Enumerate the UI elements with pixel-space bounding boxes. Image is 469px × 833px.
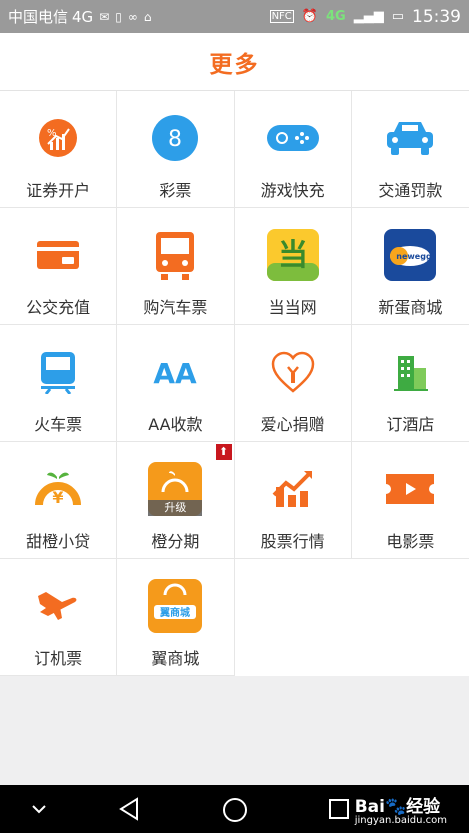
- grid-item-lottery[interactable]: 8 彩票: [117, 91, 235, 208]
- watermark-url: jingyan.baidu.com: [354, 815, 447, 826]
- grid-item-hotel[interactable]: 订酒店: [351, 325, 469, 442]
- grid-item-label: 电影票: [386, 532, 435, 551]
- usb-icon: ▯: [115, 9, 122, 24]
- hide-nav-button[interactable]: [28, 799, 50, 819]
- grid-item-bus-card-recharge[interactable]: 公交充值: [0, 208, 118, 325]
- grid-item-newegg[interactable]: newegg 新蛋商城: [351, 208, 469, 325]
- signal-icon: ▂▄▆: [353, 9, 384, 24]
- status-bar: 中国电信 4G ✉ ▯ ∞ ⌂ NFC ⏰ 4G ▂▄▆ ▭ 15:39: [0, 0, 469, 33]
- network-4g-icon: 4G: [325, 9, 346, 24]
- shopping-bag-icon: 翼商城: [148, 579, 203, 633]
- back-button[interactable]: [118, 797, 142, 821]
- grid-item-game-recharge[interactable]: 游戏快充: [234, 91, 352, 208]
- grid-item-movie-ticket[interactable]: 电影票: [351, 442, 469, 559]
- battery-icon: ▭: [391, 9, 404, 24]
- svg-text:翼商城: 翼商城: [159, 606, 190, 619]
- grid-item-label: 公交充值: [26, 298, 91, 317]
- grid-item-orange-loan[interactable]: ¥ 甜橙小贷: [0, 442, 118, 559]
- bus-card-icon: [31, 228, 85, 282]
- svg-text:¥: ¥: [53, 488, 64, 507]
- page-title: 更多: [209, 51, 260, 78]
- watermark-brand2: 经验: [406, 797, 441, 817]
- grid-item-label: 火车票: [34, 415, 83, 434]
- stock-account-icon: %: [31, 111, 85, 165]
- grid-item-label: 订机票: [34, 649, 83, 668]
- baidu-jingyan-watermark: Bai🐾经验 jingyan.baidu.com: [355, 792, 447, 826]
- grid-item-label: 甜橙小贷: [26, 532, 91, 551]
- grid-item-label: AA收款: [148, 415, 203, 434]
- grid-item-dangdang[interactable]: 当 当当网: [234, 208, 352, 325]
- grid-item-label: 新蛋商城: [378, 298, 443, 317]
- car-icon: [383, 111, 437, 165]
- system-icons: NFC ⏰ 4G ▂▄▆ ▭ 15:39: [269, 6, 461, 27]
- orange-loan-icon: ¥: [31, 462, 85, 516]
- bus-icon: [148, 228, 202, 282]
- paw-icon: 🐾: [384, 797, 407, 817]
- grid-item-label: 爱心捐赠: [260, 415, 325, 434]
- upgrade-tag: 升级: [148, 500, 203, 516]
- page-header: 更多: [0, 33, 469, 91]
- grid-item-traffic-fine[interactable]: 交通罚款: [351, 91, 469, 208]
- link-icon: ∞: [127, 9, 138, 24]
- grid-item-label: 订酒店: [386, 415, 435, 434]
- clock: 15:39: [412, 6, 461, 27]
- recents-button[interactable]: [328, 798, 350, 820]
- aa-collection-icon: AA: [148, 345, 202, 399]
- grid-item-bus-ticket[interactable]: 购汽车票: [117, 208, 235, 325]
- carrier-name: 中国电信: [8, 8, 69, 26]
- newegg-logo-icon: newegg: [383, 228, 437, 282]
- upgrade-arrow-badge: ⬆: [215, 444, 232, 460]
- orange-installment-icon: 升级: [148, 462, 203, 516]
- grid-item-label: 证券开户: [26, 181, 91, 200]
- alarm-icon: ⏰: [301, 9, 318, 24]
- grid-item-label: 橙分期: [151, 532, 200, 551]
- message-icon: ✉: [99, 9, 110, 24]
- grid-item-label: 交通罚款: [378, 181, 443, 200]
- grid-item-label: 翼商城: [151, 649, 200, 668]
- movie-ticket-icon: [383, 462, 437, 516]
- lottery-icon: 8: [148, 111, 202, 165]
- grid-item-label: 购汽车票: [143, 298, 208, 317]
- network-type: 4G: [72, 7, 94, 26]
- grid-item-label: 游戏快充: [260, 181, 325, 200]
- grid-item-orange-installment[interactable]: ⬆ 升级 橙分期: [117, 442, 235, 559]
- svg-text:8: 8: [168, 127, 182, 152]
- svg-text:当: 当: [278, 238, 308, 273]
- grid-item-heart-donation[interactable]: 爱心捐赠: [234, 325, 352, 442]
- notification-icons: ✉ ▯ ∞ ⌂: [99, 10, 151, 24]
- dangdang-logo-icon: 当: [266, 228, 320, 282]
- grid-item-label: 股票行情: [260, 532, 325, 551]
- service-grid: % 证券开户 8 彩票 游戏快充 交通罚款 公交充值 购汽车票 当 当当网 ne…: [0, 91, 469, 676]
- android-icon: ⌂: [143, 9, 152, 24]
- grid-item-label: 彩票: [159, 181, 192, 200]
- grid-item-stock-account[interactable]: % 证券开户: [0, 91, 118, 208]
- svg-text:AA: AA: [154, 357, 198, 390]
- nfc-icon: NFC: [269, 10, 294, 23]
- train-icon: [31, 345, 85, 399]
- grid-item-label: 当当网: [268, 298, 317, 317]
- grid-item-train-ticket[interactable]: 火车票: [0, 325, 118, 442]
- airplane-icon: [31, 579, 85, 633]
- svg-text:newegg: newegg: [397, 252, 433, 261]
- watermark-brand: Bai: [354, 797, 385, 817]
- grid-item-stock-quotes[interactable]: 股票行情: [234, 442, 352, 559]
- hotel-icon: [383, 345, 437, 399]
- stock-chart-icon: [266, 462, 320, 516]
- heart-donation-icon: [266, 345, 320, 399]
- home-button[interactable]: [222, 797, 248, 823]
- grid-item-aa-collection[interactable]: AA AA收款: [117, 325, 235, 442]
- gamepad-icon: [266, 111, 320, 165]
- grid-item-yi-mall[interactable]: 翼商城 翼商城: [117, 559, 235, 676]
- carrier-info: 中国电信 4G: [8, 6, 93, 27]
- grid-item-flight-ticket[interactable]: 订机票: [0, 559, 118, 676]
